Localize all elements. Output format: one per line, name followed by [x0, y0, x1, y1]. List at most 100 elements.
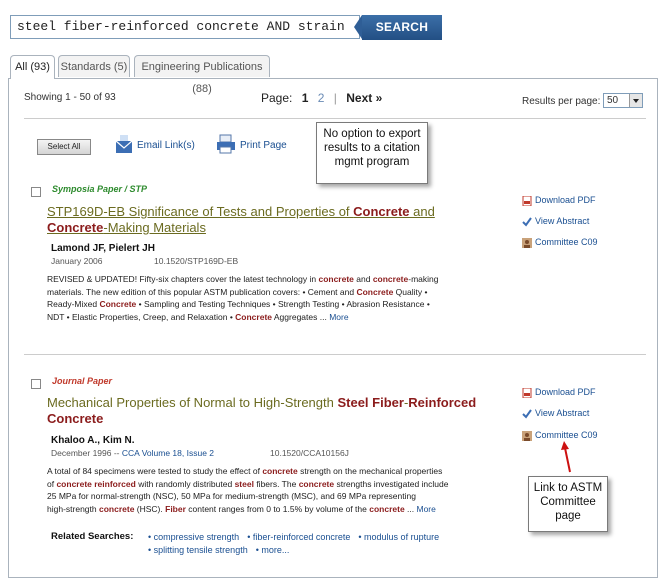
page-label: Page:	[261, 91, 293, 105]
title-highlight: Concrete	[47, 220, 104, 235]
title-highlight: Steel Fiber	[337, 395, 404, 410]
pager-divider: |	[333, 91, 337, 105]
keyword-highlight: Concrete	[235, 311, 272, 322]
results-per-page-select[interactable]: 50	[603, 93, 643, 108]
link-label: Committee C09	[535, 430, 598, 440]
divider	[24, 118, 646, 119]
tab-all[interactable]: All (93)	[10, 55, 55, 79]
abstract-text-segment: -making	[408, 274, 439, 284]
abstract-text-segment: high-strength	[47, 503, 99, 514]
keyword-highlight: concrete	[318, 274, 354, 284]
callout-line: mgmt program	[334, 156, 410, 168]
print-page[interactable]: Print Page	[240, 140, 287, 151]
abstract-text-segment: REVISED & UPDATED! Fifty-six chapters co…	[47, 274, 319, 284]
abstract-text-segment: and	[353, 274, 373, 284]
result-abstract: A total of 84 specimens were tested to s…	[47, 465, 492, 515]
tab-standards[interactable]: Standards (5)	[58, 55, 130, 77]
committee-icon	[522, 430, 532, 441]
keyword-highlight: concrete	[369, 503, 405, 514]
result-doi: 10.1520/STP169D-EB	[154, 256, 239, 266]
abstract-text-segment: Aggregates ...	[272, 311, 330, 322]
title-text: -Making Materials	[103, 220, 206, 235]
abstract-text-segment: 25 MPa for normal-strength (NSC), 50 MPa…	[47, 491, 416, 501]
check-pen-icon	[522, 217, 532, 227]
keyword-highlight: steel	[234, 478, 254, 489]
callout-line: Committee	[540, 496, 596, 508]
result-title-link[interactable]: STP169D-EB Significance of Tests and Pro…	[47, 204, 447, 236]
related-searches-label: Related Searches:	[51, 531, 134, 542]
callout-line: results to a citation	[324, 142, 420, 154]
abstract-text-segment: strength on the mechanical properties	[297, 466, 443, 476]
title-highlight: Concrete	[47, 411, 104, 426]
date-text: December 1996 --	[51, 448, 122, 458]
email-icon[interactable]	[115, 133, 133, 160]
committee-icon	[522, 237, 532, 248]
committee-link[interactable]: Committee C09	[522, 237, 598, 248]
abstract-text-segment: with randomly distributed	[135, 478, 235, 489]
related-search-link[interactable]: • fiber-reinforced concrete	[247, 532, 350, 542]
result-doi: 10.1520/CCA10156J	[270, 448, 349, 458]
link-label: Download PDF	[535, 195, 596, 205]
results-per-page-value: 50	[607, 95, 619, 106]
keyword-highlight: concrete reinforced	[56, 478, 136, 489]
next-page-link[interactable]: Next »	[346, 91, 382, 105]
pdf-icon	[522, 195, 532, 206]
results-per-page-label: Results per page:	[522, 96, 601, 107]
view-abstract-link[interactable]: View Abstract	[522, 216, 589, 227]
check-pen-icon	[522, 409, 532, 419]
related-search-link[interactable]: • modulus of rupture	[358, 532, 439, 542]
result-date: December 1996 -- CCA Volume 18, Issue 2	[51, 448, 214, 458]
search-input[interactable]: steel fiber-reinforced concrete AND stra…	[10, 15, 360, 39]
result-authors: Lamond JF, Pielert JH	[51, 243, 155, 254]
keyword-highlight: concrete	[262, 466, 298, 476]
abstract-text-segment: (HSC).	[134, 503, 166, 514]
page-current: 1	[301, 91, 309, 105]
divider	[24, 354, 646, 355]
keyword-highlight: concrete	[98, 503, 135, 514]
search-button[interactable]: SEARCH	[354, 15, 442, 40]
abstract-line: NDT • Elastic Properties, Creep, and Rel…	[47, 311, 492, 324]
result-checkbox[interactable]	[31, 379, 41, 389]
link-label: Committee C09	[535, 237, 598, 247]
chevron-down-icon[interactable]	[629, 94, 642, 107]
journal-link[interactable]: CCA Volume 18, Issue 2	[122, 448, 214, 458]
abstract-line: 25 MPa for normal-strength (NSC), 50 MPa…	[47, 490, 492, 503]
abstract-line: high-strength concrete (HSC). Fiber cont…	[47, 503, 492, 516]
page-2-link[interactable]: 2	[318, 91, 325, 105]
download-pdf-link[interactable]: Download PDF	[522, 387, 596, 398]
related-row: • compressive strength • fiber-reinforced…	[148, 531, 447, 544]
result-type: Journal Paper	[52, 376, 113, 386]
view-abstract-link[interactable]: View Abstract	[522, 408, 589, 419]
abstract-text: A total of 84 specimens were tested to s…	[47, 465, 492, 515]
abstract-line: REVISED & UPDATED! Fifty-six chapters co…	[47, 273, 492, 286]
keyword-highlight: concrete	[298, 478, 335, 489]
callout-line: page	[555, 510, 581, 522]
keyword-highlight: Concrete	[356, 286, 394, 297]
result-checkbox[interactable]	[31, 187, 41, 197]
abstract-line: of concrete reinforced with randomly dis…	[47, 478, 492, 491]
printer-icon[interactable]	[215, 133, 237, 160]
abstract-line: A total of 84 specimens were tested to s…	[47, 465, 492, 478]
more-link[interactable]: More	[416, 504, 435, 514]
abstract-text-segment: content ranges from 0 to 1.5% by volume …	[185, 503, 370, 514]
select-all-button[interactable]: Select All	[37, 139, 91, 155]
result-title-link[interactable]: Mechanical Properties of Normal to High-…	[47, 395, 487, 427]
abstract-text-segment: • Sampling and Testing Techniques • Stre…	[136, 299, 430, 309]
related-search-link[interactable]: • splitting tensile strength	[148, 545, 248, 555]
abstract-text-segment: materials. The new edition of this popul…	[47, 286, 357, 297]
more-link[interactable]: More	[329, 312, 348, 322]
result-date: January 2006	[51, 256, 103, 266]
related-search-link[interactable]: • more...	[256, 545, 290, 555]
pdf-icon	[522, 387, 532, 398]
abstract-text-segment: ...	[404, 503, 417, 514]
title-text: STP169D-EB Significance of Tests and Pro…	[47, 204, 354, 219]
tab-engineering-publications[interactable]: Engineering Publications (88)	[134, 55, 270, 95]
title-text: Mechanical Properties of Normal to High-…	[47, 395, 338, 410]
abstract-text-segment: fibers. The	[253, 478, 299, 489]
email-links[interactable]: Email Link(s)	[137, 140, 195, 151]
abstract-line: materials. The new edition of this popul…	[47, 286, 492, 299]
related-search-link[interactable]: • compressive strength	[148, 532, 239, 542]
download-pdf-link[interactable]: Download PDF	[522, 195, 596, 206]
abstract-text-segment: Quality •	[393, 286, 428, 297]
link-label: View Abstract	[535, 216, 590, 226]
